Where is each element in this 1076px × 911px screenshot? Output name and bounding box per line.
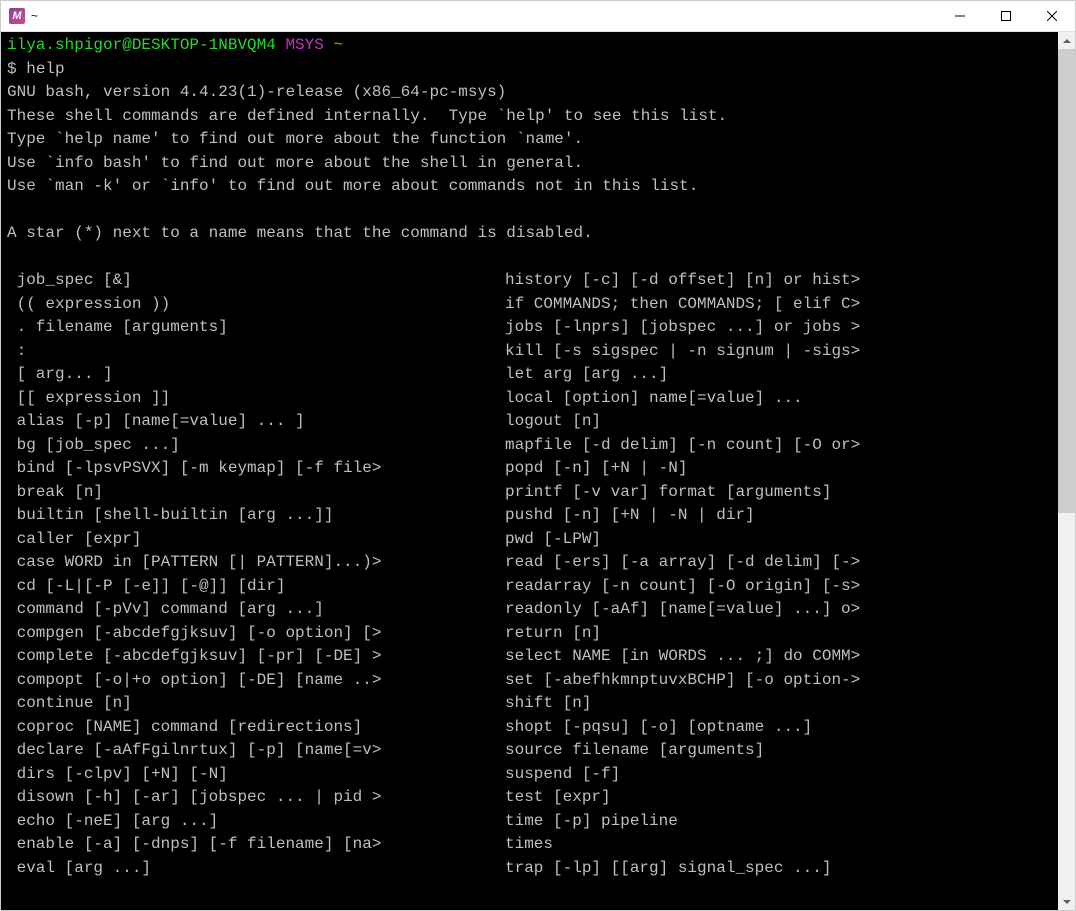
app-icon-text: M: [12, 10, 21, 22]
scroll-up-button[interactable]: [1058, 32, 1075, 49]
window-title: ~: [31, 9, 937, 23]
help-header: GNU bash, version 4.4.23(1)-release (x86…: [7, 83, 727, 242]
minimize-button[interactable]: [937, 1, 983, 31]
scroll-down-button[interactable]: [1058, 893, 1075, 910]
minimize-icon: [955, 11, 965, 21]
help-column-right: history [-c] [-d offset] [n] or hist> if…: [505, 269, 860, 880]
prompt-path: ~: [333, 36, 343, 54]
scroll-track[interactable]: [1058, 49, 1075, 893]
prompt-user-host: ilya.shpigor@DESKTOP-1NBVQM4: [7, 36, 276, 54]
content-area: ilya.shpigor@DESKTOP-1NBVQM4 MSYS ~ $ he…: [1, 32, 1075, 910]
command-input: help: [26, 60, 64, 78]
prompt-symbol: $: [7, 60, 17, 78]
window-controls: [937, 1, 1075, 31]
chevron-down-icon: [1063, 900, 1071, 904]
chevron-up-icon: [1063, 39, 1071, 43]
scrollbar[interactable]: [1058, 32, 1075, 910]
help-column-left: job_spec [&] (( expression )) . filename…: [7, 269, 505, 880]
close-button[interactable]: [1029, 1, 1075, 31]
scroll-thumb[interactable]: [1058, 49, 1075, 513]
maximize-icon: [1001, 11, 1011, 21]
terminal-window: M ~ ilya.shpigor@DESKTOP-1NBVQM4 MSYS ~ …: [0, 0, 1076, 911]
help-columns: job_spec [&] (( expression )) . filename…: [7, 269, 1052, 880]
close-icon: [1047, 11, 1057, 21]
maximize-button[interactable]: [983, 1, 1029, 31]
terminal-output[interactable]: ilya.shpigor@DESKTOP-1NBVQM4 MSYS ~ $ he…: [1, 32, 1058, 910]
prompt-env: MSYS: [285, 36, 323, 54]
titlebar[interactable]: M ~: [1, 1, 1075, 32]
app-icon: M: [9, 8, 25, 24]
